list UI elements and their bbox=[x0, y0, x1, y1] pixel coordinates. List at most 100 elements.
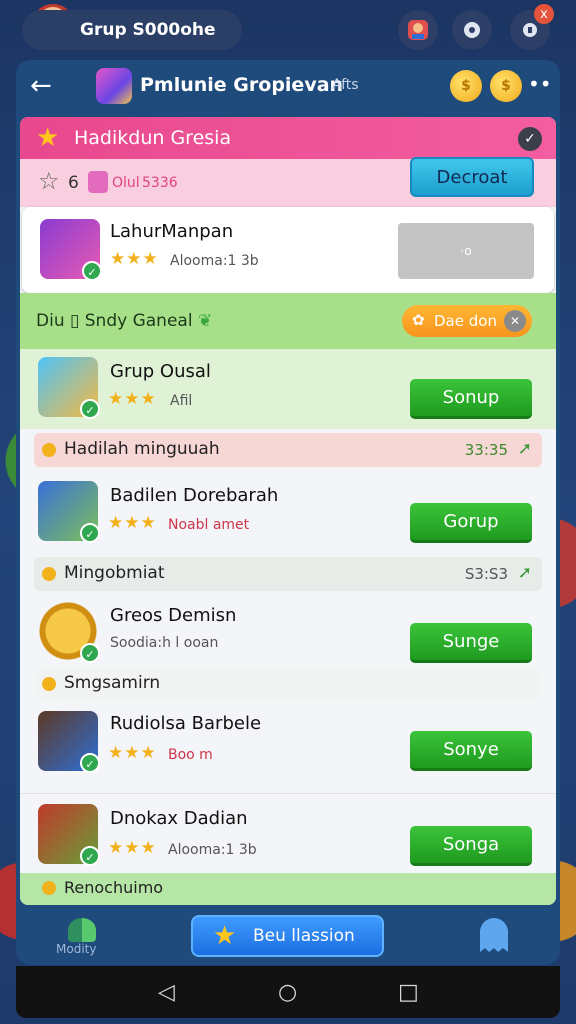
note-icon: ▯ bbox=[70, 311, 80, 331]
star-icon: ★ bbox=[36, 123, 60, 153]
join-button[interactable]: Sonye bbox=[410, 731, 532, 771]
back-arrow-icon[interactable]: ← bbox=[30, 70, 62, 102]
nav-left-label: Modity bbox=[56, 942, 97, 956]
tag-label: Dae don bbox=[434, 312, 497, 330]
coins-thumbnail: ✓ bbox=[38, 601, 100, 663]
group-band: Diu ▯ Sndy Ganeal ❦ ✿ Dae don ✕ bbox=[20, 293, 556, 349]
featured-meta: Alooma:1 3b bbox=[170, 253, 259, 269]
join-button[interactable]: Sunge bbox=[410, 623, 532, 663]
section-header: ★ Hadikdun Gresia ✓ bbox=[20, 117, 556, 159]
header: ← Pmlunie Gropievan Afts $ $ •• bbox=[16, 60, 560, 114]
join-button[interactable]: Gorup bbox=[410, 503, 532, 543]
item-thumbnail: ✓ bbox=[38, 711, 100, 773]
list-item[interactable]: ✓ Rudiolsa Barbele ★★★ Boo m Sonye bbox=[20, 701, 556, 791]
featured-card[interactable]: ✓ LahurManpan ★★★ Alooma:1 3b ·o bbox=[22, 207, 554, 293]
top-bar: Grup S000ohe x bbox=[0, 0, 576, 58]
reward-value: S3:S3 bbox=[464, 565, 508, 583]
featured-avatar: ✓ bbox=[40, 219, 102, 281]
list-item[interactable]: ✓ Grup Ousal ★★★ Afil Sonup bbox=[20, 349, 556, 429]
item-title: Greos Demisn bbox=[110, 605, 237, 626]
reward-text: Hadilah minguuah bbox=[64, 439, 220, 459]
item-meta: Alooma:1 3b bbox=[168, 842, 257, 858]
gift-icon bbox=[88, 171, 108, 193]
list-item[interactable]: ✓ Dnokax Dadian ★★★ Alooma:1 3b Songa bbox=[20, 793, 556, 873]
notification-icon[interactable]: x bbox=[510, 4, 554, 50]
rating-stars: ★★★ bbox=[108, 743, 157, 763]
profile-pill[interactable]: Grup S000ohe bbox=[22, 10, 242, 50]
bottom-band: Renochuimo bbox=[20, 873, 556, 905]
list-item[interactable]: ✓ Greos Demisn Soodia:h l ooan Sunge bbox=[20, 593, 556, 667]
reward-text: Smgsamirn bbox=[64, 673, 161, 693]
tag-button[interactable]: ✿ Dae don ✕ bbox=[402, 305, 532, 337]
featured-title: LahurManpan bbox=[110, 221, 234, 242]
rating-stars: ★★★ bbox=[110, 249, 159, 269]
coin-dot-icon bbox=[42, 677, 56, 691]
reward-row: Hadilah minguuah 33:35 ➚ bbox=[34, 433, 542, 467]
item-meta: Soodia:h l ooan bbox=[110, 635, 219, 651]
star-icon: ★ bbox=[213, 921, 237, 951]
system-navigation-bar: ◁ ○ □ bbox=[16, 966, 560, 1018]
nav-item-left[interactable]: Modity bbox=[56, 918, 106, 960]
rating-stars: ★★★ bbox=[108, 838, 157, 858]
coin-dot-icon bbox=[42, 567, 56, 581]
stat-b: 5336 bbox=[142, 175, 178, 191]
system-recents-icon[interactable]: □ bbox=[398, 980, 419, 1005]
system-back-icon[interactable]: ◁ bbox=[158, 980, 175, 1005]
reward-text: Mingobmiat bbox=[64, 563, 165, 583]
close-badge-icon[interactable]: x bbox=[534, 4, 554, 24]
join-button[interactable]: Songa bbox=[410, 826, 532, 866]
star-outline-icon: ☆ bbox=[38, 167, 60, 195]
coin-pack-icon[interactable]: $ bbox=[490, 70, 522, 102]
stat-count: 6 bbox=[68, 173, 79, 193]
verified-icon: ✓ bbox=[80, 846, 100, 866]
verified-icon: ✓ bbox=[80, 643, 100, 663]
more-options-icon[interactable]: •• bbox=[528, 72, 552, 96]
bottom-band-text: Renochuimo bbox=[64, 878, 164, 897]
ghost-icon bbox=[480, 918, 508, 952]
game-icon[interactable] bbox=[398, 10, 438, 50]
join-button[interactable]: Sonup bbox=[410, 379, 532, 419]
primary-cta-button[interactable]: ★ Beu llassion bbox=[191, 915, 384, 957]
verified-icon: ✓ bbox=[80, 399, 100, 419]
arrow-up-icon: ➚ bbox=[517, 439, 532, 459]
coin-icon[interactable]: $ bbox=[450, 70, 482, 102]
stat-a: Olul bbox=[112, 175, 140, 191]
check-icon[interactable]: ✓ bbox=[518, 127, 542, 151]
item-meta: Boo m bbox=[168, 747, 213, 763]
system-home-icon[interactable]: ○ bbox=[278, 980, 297, 1005]
arrow-up-icon: ➚ bbox=[517, 563, 532, 583]
image-placeholder: ·o bbox=[398, 223, 534, 279]
item-thumbnail: ✓ bbox=[38, 804, 100, 866]
group-band-label: Diu ▯ Sndy Ganeal ❦ bbox=[36, 311, 212, 331]
cta-label: Beu llassion bbox=[253, 926, 355, 946]
page-subtitle: Afts bbox=[332, 77, 359, 93]
reward-row: Smgsamirn bbox=[34, 667, 542, 701]
leaf-icon: ❦ bbox=[197, 311, 213, 331]
book-icon bbox=[68, 918, 96, 942]
detail-button[interactable]: Decroat bbox=[410, 157, 534, 197]
item-thumbnail: ✓ bbox=[38, 481, 100, 543]
nav-item-right[interactable] bbox=[476, 916, 512, 956]
item-meta: Afil bbox=[170, 393, 193, 409]
page-title: Pmlunie Gropievan bbox=[140, 74, 344, 96]
verified-icon: ✓ bbox=[80, 753, 100, 773]
item-title: Dnokax Dadian bbox=[110, 808, 248, 829]
section-title: Hadikdun Gresia bbox=[74, 127, 232, 149]
profile-name: Grup S000ohe bbox=[80, 20, 216, 40]
list-item[interactable]: ✓ Badilen Dorebarah ★★★ Noabl amet Gorup bbox=[20, 469, 556, 553]
reward-row: Mingobmiat S3:S3 ➚ bbox=[34, 557, 542, 591]
group-logo-icon bbox=[96, 68, 132, 104]
group-band-name: Sndy Ganeal bbox=[84, 311, 193, 331]
group-band-prefix: Diu bbox=[36, 311, 65, 331]
close-icon[interactable]: ✕ bbox=[504, 310, 526, 332]
item-thumbnail: ✓ bbox=[38, 357, 100, 419]
reward-value: 33:35 bbox=[464, 441, 508, 459]
content-panel: ★ Hadikdun Gresia ✓ ☆ 6 Olul 5336 Decroa… bbox=[20, 117, 556, 905]
tag-icon: ✿ bbox=[412, 311, 425, 329]
verified-icon: ✓ bbox=[82, 261, 102, 281]
item-title: Grup Ousal bbox=[110, 361, 211, 382]
controller-icon[interactable] bbox=[452, 10, 492, 50]
rating-stars: ★★★ bbox=[108, 389, 157, 409]
item-title: Badilen Dorebarah bbox=[110, 485, 279, 506]
item-meta: Noabl amet bbox=[168, 517, 250, 533]
